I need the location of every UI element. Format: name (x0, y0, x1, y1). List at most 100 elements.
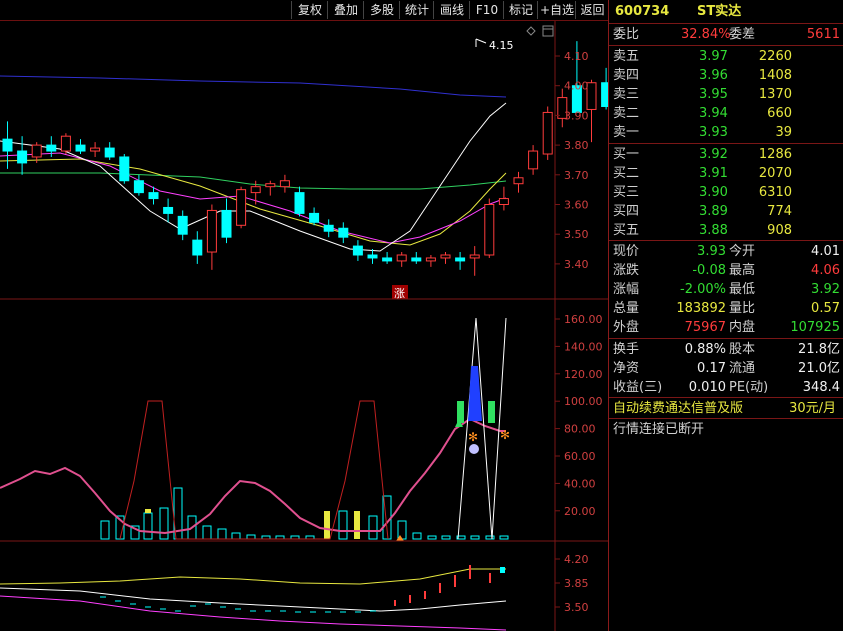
multi-stock-button[interactable]: 多股 (363, 1, 400, 19)
candle (236, 186, 247, 229)
bid-row: 买二 3.91 2070 (613, 166, 792, 181)
promo-text[interactable]: 自动续费通达信普及版 (613, 399, 743, 418)
candle (265, 180, 276, 196)
candle (279, 174, 290, 193)
high-annotation: 4.15 (475, 38, 514, 52)
candlestick-chart[interactable]: 4.10 4.00 3.90 3.80 3.70 3.60 3.50 3.40 4.15 涨 (0, 21, 608, 300)
expand-icon[interactable] (542, 25, 554, 37)
stat-row: 现价 3.93 今开 4.01 (613, 244, 840, 259)
sub-price-tick-label: 4.20 (564, 553, 589, 566)
candle (177, 210, 188, 241)
candle (60, 133, 71, 155)
chart-area[interactable]: 4.104.003.903.803.703.603.503.40 4.15 涨 … (0, 21, 608, 631)
svg-text:4.15: 4.15 (489, 39, 514, 52)
stock-code: 600734 (615, 4, 670, 19)
chart-toolbar: 复权 叠加 多股 统计 画线 F10 标记 +自选 返回 (0, 0, 608, 21)
volume-bars (100, 487, 509, 540)
ask-row: 卖二 3.94 660 (613, 106, 792, 121)
candles (2, 41, 608, 276)
price-tick-label: 4.00 (564, 80, 589, 93)
candle (411, 252, 422, 264)
statistics-button[interactable]: 统计 (399, 1, 434, 19)
weibi-row: 委比 32.84% 委差 5611 (613, 27, 840, 42)
fin-row: 收益(三) 0.010 PE(动) 348.4 (613, 380, 840, 395)
candle (323, 219, 334, 238)
indicator-tick-label: 20.00 (564, 505, 596, 518)
candle (90, 142, 101, 157)
candle (75, 139, 86, 155)
stat-row: 总量 183892 量比 0.57 (613, 301, 840, 316)
candle (192, 231, 203, 264)
price-axis: 4.10 4.00 3.90 3.80 3.70 3.60 3.50 3.40 (554, 21, 589, 299)
mark-button[interactable]: 标记 (503, 1, 538, 19)
candle (17, 136, 28, 175)
quote-panel: 600734 ST实达 委比 32.84% 委差 5611 卖五 3.97 2260… (608, 0, 843, 631)
promo-price[interactable]: 30元/月 (789, 399, 836, 418)
candle (309, 207, 320, 226)
candle (206, 204, 217, 270)
price-tick-label: 3.90 (564, 109, 589, 122)
indicator-tick-label: 80.00 (564, 423, 596, 436)
ask-row: 卖四 3.96 1408 (613, 68, 792, 83)
svg-text:✻: ✻ (500, 428, 510, 442)
price-tick-label: 3.70 (564, 169, 589, 182)
stock-name: ST实达 (697, 4, 742, 19)
stat-row: 外盘 75967 内盘 107925 (613, 320, 840, 335)
bottom-ticks-marks (100, 565, 505, 613)
indicator-chart[interactable]: 160.00 140.00 120.00 100.00 80.00 60.00 40.00 2… (0, 299, 603, 541)
candle (498, 186, 509, 211)
indicator-tick-label: 100.00 (564, 395, 603, 408)
fuquan-button[interactable]: 复权 (291, 1, 328, 19)
back-button[interactable]: 返回 (575, 1, 609, 19)
candle (104, 142, 115, 160)
candle (221, 198, 232, 244)
draw-line-button[interactable]: 画线 (433, 1, 470, 19)
indicator-tick-label: 140.00 (564, 340, 603, 353)
indicator-tick-label: 120.00 (564, 368, 603, 381)
candle (542, 106, 553, 160)
candle (367, 249, 378, 264)
connection-status: 行情连接已断开 (613, 422, 705, 437)
candle (133, 174, 144, 196)
candle (382, 252, 393, 264)
candle (484, 198, 495, 258)
price-tick-label: 3.40 (564, 258, 589, 271)
candle (469, 246, 480, 276)
candle (352, 240, 363, 261)
bid-row: 买四 3.89 774 (613, 204, 792, 219)
bid-row: 买三 3.90 6310 (613, 185, 792, 200)
candle (440, 252, 451, 264)
ma-blue-line (0, 75, 507, 98)
promo-banner[interactable]: 自动续费通达信普及版 30元/月 (609, 399, 843, 418)
candle (396, 252, 407, 267)
candle (455, 252, 466, 270)
overlay-button[interactable]: 叠加 (327, 1, 364, 19)
ask-row: 卖一 3.93 39 (613, 125, 792, 140)
candle (513, 171, 524, 193)
ask-row: 卖五 3.97 2260 (613, 49, 792, 64)
add-favorite-button[interactable]: +自选 (537, 1, 576, 19)
bottom-lines (0, 568, 507, 631)
candle (119, 154, 130, 184)
bottom-axis: 4.20 3.85 3.50 (555, 553, 589, 614)
bid-row: 买一 3.92 1286 (613, 147, 792, 162)
ma-yellow-line (0, 158, 507, 246)
sub-price-tick-label: 3.85 (564, 577, 589, 590)
moving-average-lines (0, 75, 507, 252)
indicator-tick-label: 60.00 (564, 450, 596, 463)
f10-button[interactable]: F10 (469, 1, 504, 19)
svg-text:涨: 涨 (394, 287, 405, 300)
stat-row: 涨跌 -0.08 最高 4.06 (613, 263, 840, 278)
diamond-icon[interactable] (526, 26, 536, 36)
price-tick-label: 3.80 (564, 139, 589, 152)
ma-white-line (0, 102, 507, 252)
indicator-axis: 160.00 140.00 120.00 100.00 80.00 60.00 40.00 2… (555, 313, 603, 518)
price-tick-label: 3.60 (564, 199, 589, 212)
limit-up-marker: 涨 (392, 285, 408, 300)
candle (528, 145, 539, 175)
sub-price-tick-label: 3.50 (564, 601, 589, 614)
ask-row: 卖三 3.95 1370 (613, 87, 792, 102)
candle (163, 198, 174, 223)
quote-header: 600734 ST实达 (609, 2, 843, 22)
sub-price-chart[interactable]: 4.20 3.85 3.50 (0, 541, 589, 631)
